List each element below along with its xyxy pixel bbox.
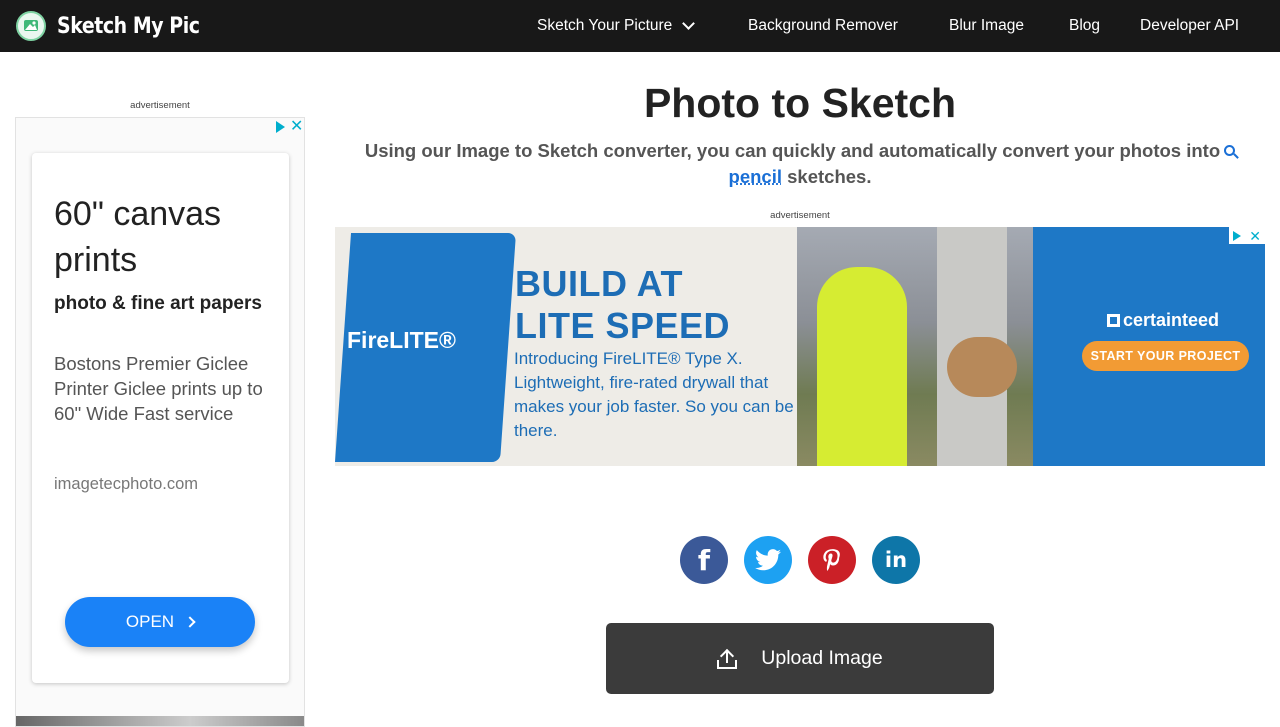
ad-description: Bostons Premier Giclee Printer Giclee pr… [54, 353, 263, 424]
left-ad-label: advertisement [130, 100, 190, 111]
page-description: Using our Image to Sketch converter, you… [330, 138, 1270, 190]
banner-brand: FireLITE® [347, 327, 456, 353]
ad-url[interactable]: imagetecphoto.com [54, 475, 198, 494]
description-text-end: sketches. [781, 166, 872, 187]
banner-advertiser-logo: certainteed [1107, 310, 1219, 331]
brand-name: Sketch My Pic [57, 13, 200, 39]
nav-label: Background Remover [748, 17, 898, 34]
banner-cta-button[interactable]: START YOUR PROJECT [1082, 341, 1249, 371]
brand-logo-icon [16, 11, 46, 41]
adchoices-icon [276, 121, 285, 133]
banner-ad-label: advertisement [770, 210, 830, 221]
banner-ad[interactable]: FireLITE® BUILD AT LITE SPEED Introducin… [335, 227, 1265, 466]
pinterest-icon [823, 549, 840, 571]
banner-photo-worker [817, 267, 907, 466]
ad-open-label: OPEN [125, 612, 175, 631]
facebook-share-button[interactable]: f [680, 536, 728, 584]
description-text: Using our Image to Sketch converter, you… [364, 140, 1221, 161]
nav-sketch-your-picture[interactable]: Sketch Your Picture [537, 0, 696, 52]
certainteed-logo-icon [1107, 314, 1120, 327]
twitter-icon [755, 549, 781, 571]
ad-open-button[interactable]: OPEN [65, 597, 255, 647]
chevron-down-icon [682, 17, 696, 30]
chevron-right-icon [184, 616, 196, 628]
brand-link[interactable]: Sketch My Pic [16, 10, 223, 42]
nav-background-remover[interactable]: Background Remover [748, 0, 898, 52]
banner-ad-choices[interactable]: ✕ [1229, 227, 1265, 244]
facebook-icon: f [697, 543, 711, 577]
close-icon[interactable]: ✕ [290, 119, 303, 135]
linkedin-share-button[interactable]: in [872, 536, 920, 584]
nav-label: Sketch Your Picture [537, 17, 673, 34]
upload-image-button[interactable]: Upload Image [606, 623, 994, 694]
banner-body: Introducing FireLITE® Type X. Lightweigh… [514, 349, 794, 440]
banner-advertiser: certainteed [1123, 310, 1220, 330]
ad-choices[interactable]: ✕ [276, 119, 303, 135]
search-icon[interactable] [1224, 145, 1236, 156]
upload-label: Upload Image [761, 647, 883, 669]
adchoices-icon [1233, 230, 1242, 241]
close-icon[interactable]: ✕ [1249, 229, 1261, 243]
banner-headline-line2: LITE SPEED [515, 305, 731, 346]
banner-photo-dog [947, 337, 1017, 397]
nav-blog[interactable]: Blog [1069, 0, 1100, 52]
nav-blur-image[interactable]: Blur Image [949, 0, 1024, 52]
twitter-share-button[interactable] [744, 536, 792, 584]
nav-label: Blur Image [949, 17, 1024, 34]
pinterest-share-button[interactable] [808, 536, 856, 584]
nav-label: Developer API [1140, 17, 1240, 34]
page-title: Photo to Sketch [643, 80, 957, 126]
nav-developer-api[interactable]: Developer API [1140, 0, 1239, 52]
linkedin-icon: in [884, 548, 908, 572]
nav-label: Blog [1069, 17, 1101, 34]
banner-headline: BUILD AT LITE SPEED [515, 263, 730, 347]
ad-headline: 60" canvas prints [54, 195, 222, 279]
pencil-link[interactable]: pencil [729, 166, 782, 187]
ad-subhead: photo & fine art papers [54, 293, 262, 314]
banner-photo [797, 227, 1037, 466]
banner-headline-line1: BUILD AT [515, 263, 683, 304]
ad-image-strip [16, 716, 304, 726]
upload-icon [717, 648, 738, 669]
top-navbar: Sketch My Pic Sketch Your Picture Backgr… [0, 0, 1280, 52]
left-ad[interactable]: ✕ 60" canvas prints photo & fine art pap… [15, 117, 305, 727]
banner-cta-panel: certainteed START YOUR PROJECT [1033, 227, 1265, 466]
left-ad-card[interactable]: 60" canvas prints photo & fine art paper… [32, 153, 289, 683]
